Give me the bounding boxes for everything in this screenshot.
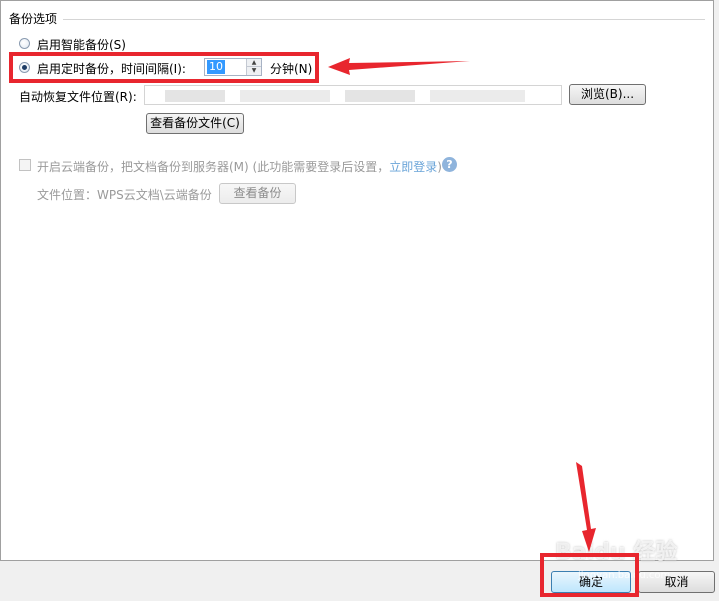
login-link[interactable]: 立即登录	[389, 160, 437, 174]
backup-settings-window: 备份选项 启用智能备份(S) 启用定时备份，时间间隔(I): 10 ▲ ▼ 分钟…	[0, 0, 719, 601]
smart-backup-label[interactable]: 启用智能备份(S)	[37, 36, 126, 53]
help-icon[interactable]: ?	[442, 157, 457, 172]
annotation-box-timed-backup	[9, 52, 319, 83]
cloud-location-label: 文件位置：WPS云文档\云端备份	[37, 188, 212, 202]
recovery-location-label: 自动恢复文件位置(R):	[19, 90, 137, 104]
redacted-path-segment	[165, 90, 225, 102]
section-divider	[63, 19, 705, 20]
cloud-backup-label-prefix: 开启云端备份，把文档备份到服务器(M) (此功能需要登录后设置，	[37, 160, 390, 174]
redacted-path-segment	[345, 90, 415, 102]
view-backup-files-button[interactable]: 查看备份文件(C)	[146, 113, 244, 134]
cloud-backup-label: 开启云端备份，把文档备份到服务器(M) (此功能需要登录后设置，立即登录)	[37, 158, 442, 175]
section-title: 备份选项	[9, 10, 62, 27]
recovery-path-input[interactable]	[144, 85, 562, 105]
browse-button[interactable]: 浏览(B)...	[569, 84, 646, 105]
annotation-box-ok-button	[540, 553, 639, 597]
redacted-path-segment	[240, 90, 330, 102]
redacted-path-segment	[430, 90, 525, 102]
backup-options-panel: 备份选项 启用智能备份(S) 启用定时备份，时间间隔(I): 10 ▲ ▼ 分钟…	[0, 0, 714, 561]
cloud-backup-checkbox[interactable]	[19, 159, 31, 171]
smart-backup-radio[interactable]	[19, 38, 30, 49]
view-cloud-backup-button[interactable]: 查看备份	[219, 183, 296, 204]
